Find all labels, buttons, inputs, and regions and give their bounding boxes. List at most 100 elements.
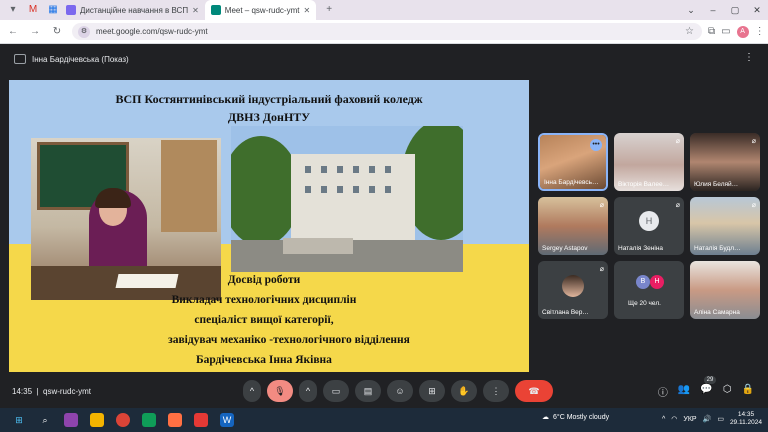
window [337, 166, 343, 173]
gmail-tab-icon[interactable]: M [26, 3, 40, 17]
word-icon[interactable]: W [220, 413, 234, 427]
pdf-app-icon[interactable] [194, 413, 208, 427]
profile-avatar[interactable]: A [736, 25, 749, 38]
more-participants-label: Ще 20 чел. [628, 300, 661, 307]
window [369, 166, 375, 173]
raise-hand-button[interactable]: ✋ [451, 380, 477, 402]
chevron-up-icon[interactable]: ^ [662, 416, 665, 423]
end-call-button[interactable]: ☎ [515, 380, 553, 402]
clock-date: 29.11.2024 [729, 419, 762, 426]
window [321, 166, 327, 173]
meet-icon [210, 5, 221, 15]
page-icon [66, 5, 76, 15]
participant-name: Світлана Вер… [542, 309, 589, 316]
participant-tile[interactable]: ⌀ Вікторія Валее… [614, 133, 684, 191]
mic-off-icon: ⌀ [751, 138, 756, 145]
participant-tile[interactable]: Аліна Самарна [690, 261, 760, 319]
app-tab-icon[interactable]: ▦ [46, 3, 60, 17]
file-explorer-icon[interactable] [90, 413, 104, 427]
participant-tile[interactable]: ••• Інна Бардічевсь… [538, 133, 608, 191]
browser-tab-bar: ▾ M ▦ Дистанційне навчання в ВСП ✕ Meet … [0, 0, 768, 20]
slide-line-5: Бардічевська Інна Яківна [196, 354, 332, 366]
host-controls-icon[interactable]: 🔒 [742, 384, 754, 399]
emoji-reactions-button[interactable]: ☺ [387, 380, 413, 402]
window [385, 166, 391, 173]
shared-slide: ВСП Костянтинівський індустріальний фахо… [9, 80, 529, 372]
more-participants-tile[interactable]: B H Ще 20 чел. [614, 261, 684, 319]
close-icon[interactable]: ✕ [303, 6, 310, 15]
window [305, 166, 311, 173]
wifi-icon[interactable]: ◠ [671, 415, 677, 423]
mic-off-icon: ⌀ [675, 138, 680, 145]
chat-icon[interactable]: 💬 [700, 384, 712, 399]
entrance-steps [283, 238, 353, 254]
system-tray: ^ ◠ УКР 🔊 ▭ 14:35 29.11.2024 [662, 411, 762, 427]
windows-start-icon[interactable]: ⊞ [12, 413, 26, 427]
captions-button[interactable]: ▤ [355, 380, 381, 402]
minimize-icon[interactable]: – [702, 5, 724, 15]
participant-name: Наталія Будл… [694, 245, 741, 252]
weather-text: 6°C Mostly cloudy [553, 413, 610, 421]
site-info-icon[interactable]: ⚙ [78, 25, 90, 38]
more-options-icon[interactable]: ⋮ [744, 52, 754, 63]
weather-widget[interactable]: ☁ 6°C Mostly cloudy [542, 413, 610, 422]
video-options-icon[interactable]: ^ [299, 380, 317, 402]
slide-title-line2: ДВНЗ ДонНТУ [227, 110, 311, 124]
search-icon[interactable]: ⌕ [38, 413, 52, 427]
close-icon[interactable]: ✕ [192, 6, 199, 15]
tab-search-icon[interactable]: ▾ [6, 3, 20, 17]
new-tab-icon[interactable]: + [322, 3, 336, 17]
window [321, 186, 327, 193]
back-icon[interactable]: ← [4, 26, 22, 37]
microphone-off-button[interactable]: 🎙 [267, 380, 293, 402]
volume-icon[interactable]: 🔊 [703, 415, 712, 423]
audio-options-icon[interactable]: ^ [243, 380, 261, 402]
info-icon[interactable]: ⓘ [658, 384, 668, 399]
forward-icon[interactable]: → [26, 26, 44, 37]
participant-initial-avatar: H [650, 275, 664, 289]
windows-taskbar: ⊞ ⌕ W [0, 408, 768, 432]
more-options-button[interactable]: ⋮ [483, 380, 509, 402]
tab-meet[interactable]: Meet – qsw-rudc-ymt ✕ [204, 0, 317, 20]
participant-name: Інна Бардічевсь… [544, 179, 599, 186]
participant-tile[interactable]: ⌀ Світлана Вер… [538, 261, 608, 319]
url-text: meet.google.com/qsw-rudc-ymt [96, 27, 208, 36]
tab-distance-learning[interactable]: Дистанційне навчання в ВСП ✕ [60, 0, 205, 20]
meeting-side-controls: ⓘ 👥 💬 ⬡ 🔒 [658, 384, 754, 399]
participant-tile[interactable]: Н ⌀ Наталія Зеніна [614, 197, 684, 255]
speaking-indicator-icon: ••• [590, 139, 602, 151]
url-field[interactable]: ⚙ meet.google.com/qsw-rudc-ymt ☆ [72, 23, 702, 40]
extensions-icon[interactable]: ⧉ [708, 26, 715, 37]
participant-name: Юлия Беляй… [694, 181, 739, 188]
participant-tile[interactable]: ⌀ Юлия Беляй… [690, 133, 760, 191]
window-controls: ⌄ – ▢ ✕ [680, 0, 768, 20]
tab-label: Meet – qsw-rudc-ymt [224, 5, 300, 15]
activities-icon[interactable]: ⬡ [723, 384, 732, 399]
people-icon[interactable]: 👥 [678, 384, 690, 399]
cloud-icon: ☁ [542, 414, 549, 421]
present-icon [14, 54, 26, 64]
chrome-icon[interactable] [116, 413, 130, 427]
slide-line-3: спеціаліст вищої категорії, [194, 314, 334, 326]
presenter-label: Інна Бардічевська (Показ) [32, 54, 129, 64]
edge-icon[interactable] [142, 413, 156, 427]
camera-button[interactable]: ▭ [323, 380, 349, 402]
close-window-icon[interactable]: ✕ [746, 5, 768, 16]
reload-icon[interactable]: ↻ [48, 26, 66, 37]
copilot-icon[interactable] [64, 413, 78, 427]
clock[interactable]: 14:35 29.11.2024 [730, 411, 762, 427]
participant-tile[interactable]: ⌀ Наталія Будл… [690, 197, 760, 255]
present-screen-button[interactable]: ⊞ [419, 380, 445, 402]
bookmark-star-icon[interactable]: ☆ [685, 26, 694, 37]
clock-time: 14:35 [737, 411, 755, 418]
maximize-icon[interactable]: ▢ [724, 5, 746, 16]
battery-icon[interactable]: ▭ [717, 415, 724, 423]
window [369, 186, 375, 193]
chevron-down-icon[interactable]: ⌄ [680, 5, 702, 16]
firefox-icon[interactable] [168, 413, 182, 427]
language-indicator[interactable]: УКР [683, 416, 696, 423]
sidebar-icon[interactable]: ▭ [721, 26, 730, 37]
browser-menu-icon[interactable]: ⋮ [755, 26, 765, 37]
participant-tile[interactable]: ⌀ Sergey Astapov [538, 197, 608, 255]
slide-line-1: Досвід роботи [227, 274, 301, 286]
